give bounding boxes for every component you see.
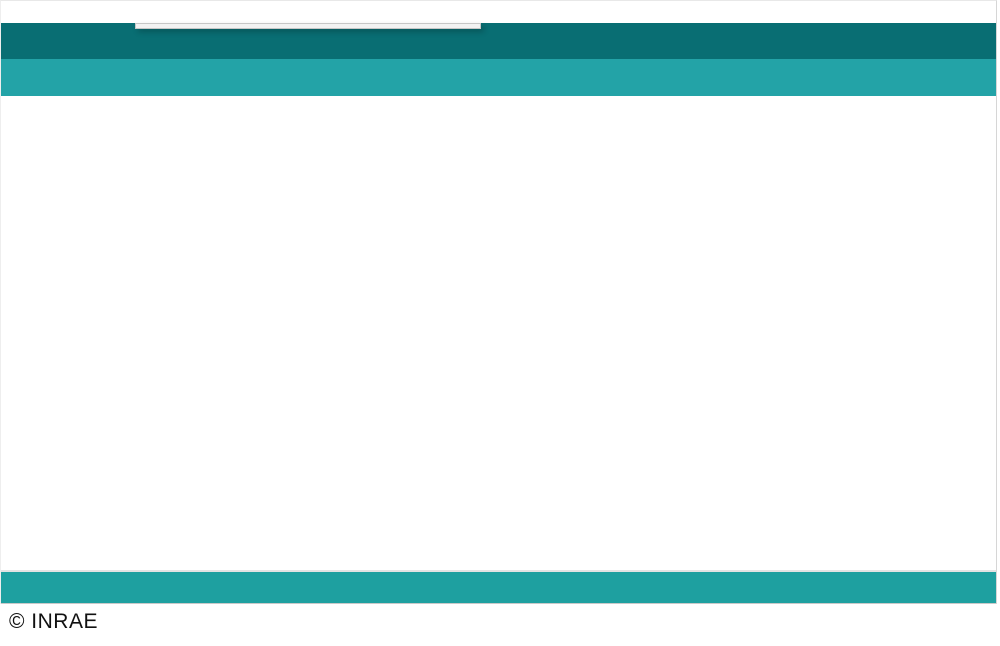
menu-bar [1, 1, 996, 23]
tools-dropdown-menu [135, 23, 481, 29]
page: © INRAE [0, 0, 1000, 646]
code-editor[interactable] [1, 96, 996, 570]
status-bar [1, 570, 996, 604]
copyright-caption: © INRAE [9, 610, 98, 634]
arduino-ide-window [0, 0, 997, 604]
sketch-tab-strip [1, 59, 996, 96]
